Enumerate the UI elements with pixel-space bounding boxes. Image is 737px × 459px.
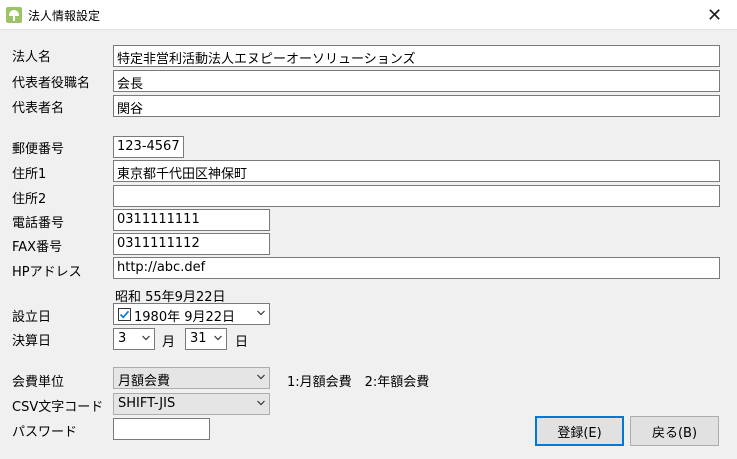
established-label: 設立日 xyxy=(12,310,52,325)
fax-label: FAX番号 xyxy=(12,240,63,255)
csv-code-label: CSV文字コード xyxy=(12,400,104,415)
fee-unit-select[interactable]: 月額会費 xyxy=(113,367,270,389)
title-bar: 法人情報設定 ✕ xyxy=(0,0,737,30)
established-date-value: 1980年 9月22日 xyxy=(134,310,236,325)
csv-code-value: SHIFT-JIS xyxy=(118,396,176,411)
fiscal-label: 決算日 xyxy=(12,334,52,349)
fee-unit-value: 月額会費 xyxy=(118,374,171,389)
password-input[interactable] xyxy=(113,418,210,440)
postal-label: 郵便番号 xyxy=(12,142,65,157)
fiscal-day-select[interactable]: 31 xyxy=(185,328,227,350)
established-checkbox[interactable] xyxy=(118,308,131,321)
csv-code-select[interactable]: SHIFT-JIS xyxy=(113,393,270,415)
window-title: 法人情報設定 xyxy=(28,9,101,23)
address2-input[interactable] xyxy=(113,185,720,207)
phone-input[interactable]: 0311111111 xyxy=(113,209,270,231)
fee-help-text: 1:月額会費 2:年額会費 xyxy=(287,375,430,390)
chevron-down-icon xyxy=(142,335,150,341)
fiscal-month-value: 3 xyxy=(118,331,127,346)
fax-input[interactable]: 0311111112 xyxy=(113,233,270,255)
fee-unit-label: 会費単位 xyxy=(12,375,65,390)
rep-name-input[interactable]: 関谷 xyxy=(113,95,720,117)
app-icon xyxy=(6,7,22,23)
close-button[interactable]: ✕ xyxy=(692,0,737,30)
rep-name-label: 代表者名 xyxy=(12,101,65,116)
chevron-down-icon xyxy=(214,335,222,341)
fiscal-day-value: 31 xyxy=(190,331,207,346)
check-icon xyxy=(119,310,130,319)
established-date-picker[interactable]: 1980年 9月22日 xyxy=(113,303,270,325)
rep-title-label: 代表者役職名 xyxy=(12,76,91,91)
chevron-down-icon xyxy=(257,400,265,406)
chevron-down-icon xyxy=(257,374,265,380)
register-button[interactable]: 登録(E) xyxy=(535,416,624,446)
address1-label: 住所1 xyxy=(12,167,47,182)
rep-title-input[interactable]: 会長 xyxy=(113,70,720,92)
chevron-down-icon xyxy=(257,310,265,316)
day-unit-text: 日 xyxy=(235,335,249,350)
phone-label: 電話番号 xyxy=(12,216,65,231)
postal-input[interactable]: 123-4567 xyxy=(113,136,184,158)
fiscal-month-select[interactable]: 3 xyxy=(113,328,155,350)
hp-input[interactable]: http://abc.def xyxy=(113,257,720,279)
back-button[interactable]: 戻る(B) xyxy=(630,416,719,446)
hp-label: HPアドレス xyxy=(12,265,82,280)
address2-label: 住所2 xyxy=(12,192,47,207)
password-label: パスワード xyxy=(12,425,78,440)
corp-name-input[interactable]: 特定非営利活動法人エヌピーオーソリューションズ xyxy=(113,45,720,67)
corp-name-label: 法人名 xyxy=(12,50,52,65)
address1-input[interactable]: 東京都千代田区神保町 xyxy=(113,160,720,182)
month-unit-text: 月 xyxy=(162,335,176,350)
